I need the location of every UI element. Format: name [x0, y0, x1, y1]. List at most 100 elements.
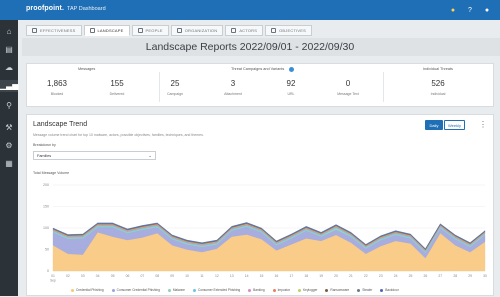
tab-landscape[interactable]: LANDSCAPE — [83, 25, 130, 36]
legend-swatch — [325, 288, 329, 292]
stat-value: 1,863 — [46, 79, 68, 88]
stat-value: 0 — [345, 79, 351, 88]
legend-label: Keylogger — [303, 288, 318, 292]
x-tick-label: 06 — [126, 274, 130, 278]
search-icon[interactable]: ⚲ — [3, 100, 15, 112]
y-tick-label: 100 — [43, 226, 49, 230]
x-tick-label: 22 — [364, 274, 368, 278]
legend-item[interactable]: Ransomware — [325, 288, 349, 292]
stat-label: Attachment — [224, 92, 242, 96]
y-tick-label: 200 — [43, 183, 49, 187]
legend-label: Stealer — [362, 288, 373, 292]
tab-label: ACTORS — [239, 28, 258, 33]
tab-label: EFFECTIVENESS — [40, 28, 76, 33]
threats-heading: Threat Campaigns and Variants — [231, 67, 285, 71]
x-tick-label: 25 — [409, 274, 413, 278]
y-tick-label: 150 — [43, 205, 49, 209]
x-tick-label: 28 — [453, 274, 457, 278]
stacked-area-chart: 200 150 100 50 001Sep 02 03 04 05 06 07 08 09 10 11 12 1… — [43, 183, 487, 283]
x-tick-label: 09 — [170, 274, 174, 278]
grid-icon[interactable]: ▦ — [3, 158, 15, 170]
tab-effectiveness[interactable]: EFFECTIVENESS — [26, 25, 82, 36]
wrench-icon[interactable]: ⚒ — [3, 122, 15, 134]
stat-value: 92 — [286, 79, 296, 88]
legend-item[interactable]: Consumer Extended Phishing — [192, 288, 240, 292]
legend-swatch — [272, 288, 276, 292]
gear-icon[interactable]: ⚙ — [3, 140, 15, 152]
chart-legend: Credential Phishing Consumer Credential P… — [71, 288, 399, 292]
stat-url: 92 URL — [277, 79, 305, 96]
x-tick-label: 21 — [349, 274, 353, 278]
tab-label: LANDSCAPE — [97, 28, 124, 33]
legend-swatch — [167, 288, 171, 292]
legend-item[interactable]: Backdoor — [380, 288, 399, 292]
x-tick-label: 01 — [51, 274, 55, 278]
user-icon[interactable]: ● — [482, 5, 492, 15]
actors-icon — [231, 28, 237, 33]
legend-swatch — [111, 288, 115, 292]
stat-campaign: 25 Campaign — [161, 79, 189, 96]
x-tick-label: 04 — [96, 274, 100, 278]
top-bar: proofpoint. TAP Dashboard ● ? ● — [0, 0, 500, 20]
organization-icon — [176, 28, 182, 33]
proofpoint-logo[interactable]: proofpoint. — [26, 5, 64, 12]
landscape-trend-card: Landscape Trend Message volume trend cha… — [26, 114, 494, 296]
x-tick-label: 05 — [111, 274, 115, 278]
legend-item[interactable]: Malware — [167, 288, 185, 292]
legend-label: Malware — [172, 288, 185, 292]
x-tick-label: 03 — [81, 274, 85, 278]
legend-swatch — [71, 288, 74, 292]
effectiveness-icon — [32, 28, 37, 33]
legend-label: Backdoor — [385, 288, 399, 292]
notifications-icon[interactable]: ● — [448, 5, 458, 15]
legend-label: Consumer Credential Phishing — [116, 288, 160, 292]
tab-label: ORGANIZATION — [184, 28, 218, 33]
legend-label: Credential Phishing — [76, 288, 104, 292]
legend-item[interactable]: Credential Phishing — [71, 288, 104, 292]
stat-label: Blocked — [50, 92, 64, 96]
messages-heading: Messages — [78, 67, 96, 71]
info-icon[interactable] — [289, 67, 294, 72]
tab-organization[interactable]: ORGANIZATION — [170, 25, 224, 36]
summary-stats-panel: Messages Threat Campaigns and Variants I… — [26, 63, 494, 107]
x-tick-label: 24 — [394, 274, 398, 278]
cloud-icon[interactable]: ☁ — [3, 62, 15, 74]
individual-heading: Individual Threats — [423, 67, 453, 71]
x-tick-label: 11 — [200, 274, 204, 278]
x-tick-month-label: Sep — [50, 279, 56, 283]
stat-value: 155 — [110, 79, 124, 88]
stats-divider — [383, 72, 384, 102]
x-tick-label: 07 — [140, 274, 144, 278]
legend-item[interactable]: Keylogger — [298, 288, 317, 292]
legend-label: Ransomware — [330, 288, 350, 292]
x-tick-label: 20 — [334, 274, 338, 278]
legend-item[interactable]: Consumer Credential Phishing — [111, 288, 160, 292]
legend-item[interactable]: Stealer — [357, 288, 372, 292]
tab-label: PEOPLE — [145, 28, 163, 33]
legend-item[interactable]: Banking — [248, 288, 265, 292]
legend-item[interactable]: Impostor — [272, 288, 291, 292]
tab-objectives[interactable]: OBJECTIVES — [265, 25, 313, 36]
legend-label: Impostor — [277, 288, 291, 292]
x-tick-label: 16 — [275, 274, 279, 278]
legend-swatch — [357, 288, 361, 292]
help-icon[interactable]: ? — [465, 5, 475, 15]
x-tick-label: 02 — [66, 274, 70, 278]
stat-label: Campaign — [167, 92, 183, 96]
legend-swatch — [192, 288, 196, 292]
stat-label: URL — [287, 92, 295, 96]
landscape-icon — [89, 28, 95, 33]
y-tick-label: 0 — [47, 269, 49, 273]
stat-individual: 526 Individual — [423, 79, 453, 96]
x-tick-label: 19 — [319, 274, 323, 278]
people-icon — [137, 28, 143, 33]
tab-actors[interactable]: ACTORS — [225, 25, 264, 36]
stat-message-text: 0 Message Text — [331, 79, 365, 96]
x-tick-label: 17 — [289, 274, 293, 278]
tab-people[interactable]: PEOPLE — [131, 25, 169, 36]
home-icon[interactable]: ⌂ — [3, 26, 15, 38]
x-tick-label: 14 — [245, 274, 249, 278]
x-tick-label: 18 — [304, 274, 308, 278]
chart-icon[interactable]: ▁▃▅ — [0, 80, 18, 92]
stat-value: 526 — [431, 79, 445, 88]
